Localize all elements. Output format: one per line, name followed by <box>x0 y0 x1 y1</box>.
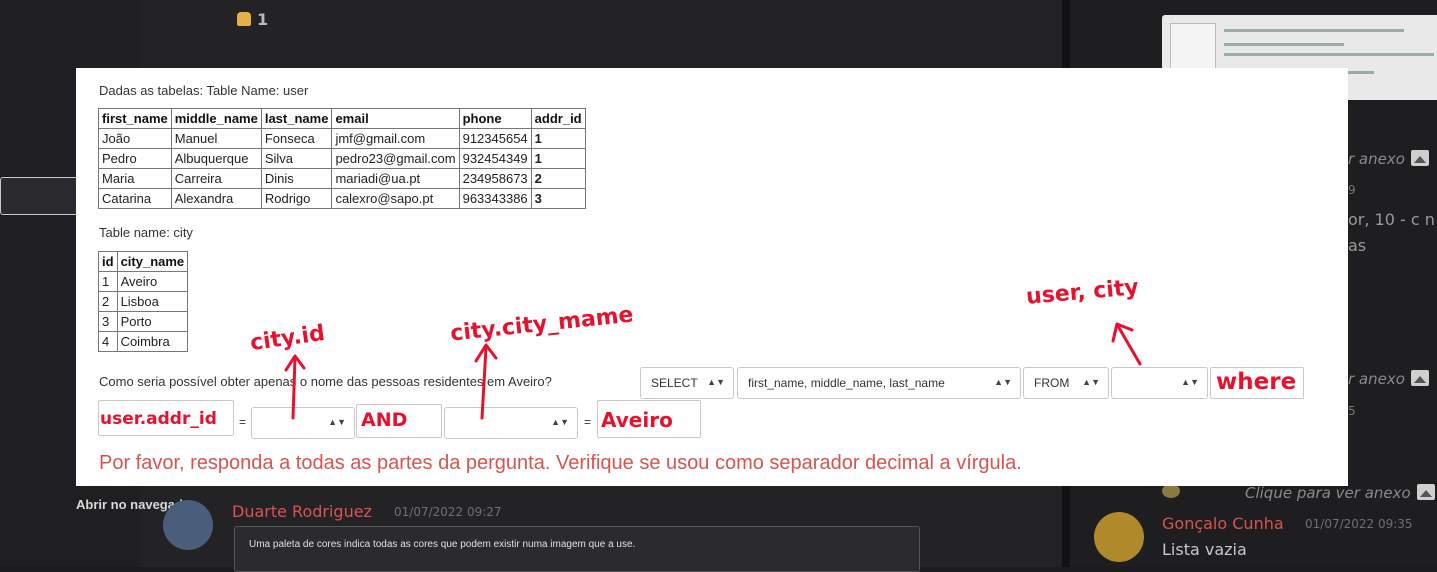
validation-warning: Por favor, responda a todas as partes da… <box>99 452 1022 474</box>
annotation-arrows <box>284 322 1142 420</box>
image-icon <box>1410 370 1429 386</box>
arrow-shaft <box>480 346 488 420</box>
attachment-link[interactable]: Clique para ver anexo <box>1245 484 1435 502</box>
reaction-chip[interactable]: 1 <box>237 10 268 29</box>
message-bubble: Uma paleta de cores indica todas as core… <box>234 526 920 572</box>
thumbnail-line <box>1224 43 1344 46</box>
partial-text: 5 <box>1348 404 1356 418</box>
timestamp: 01/07/2022 09:27 <box>394 505 502 519</box>
author-name[interactable]: Duarte Rodriguez <box>232 502 372 521</box>
message-text: Uma paleta de cores indica todas as core… <box>249 539 636 550</box>
thumbnail-line <box>1224 29 1404 32</box>
attachment-link[interactable]: r anexo <box>1348 150 1429 168</box>
folded-hands-icon <box>237 12 251 26</box>
avatar[interactable] <box>163 500 213 550</box>
partial-text: 9 <box>1348 183 1356 197</box>
arrow-shaft <box>1116 324 1142 366</box>
arrow-shaft <box>291 356 297 420</box>
question-image: Dadas as tabelas: Table Name: user first… <box>76 68 1348 486</box>
image-icon <box>1416 484 1435 500</box>
image-icon <box>1410 150 1429 166</box>
author-name[interactable]: Gonçalo Cunha <box>1162 514 1284 533</box>
small-emoji-avatar <box>1162 484 1180 498</box>
reaction-count: 1 <box>257 10 269 29</box>
timestamp: 01/07/2022 09:35 <box>1305 517 1413 531</box>
partial-text: or, 10 - c n <box>1348 210 1435 229</box>
avatar[interactable] <box>1094 512 1144 562</box>
message-text: Lista vazia <box>1162 540 1247 559</box>
partial-text: as <box>1348 236 1367 255</box>
attachment-link[interactable]: r anexo <box>1348 370 1429 388</box>
thumbnail-line <box>1224 53 1434 56</box>
